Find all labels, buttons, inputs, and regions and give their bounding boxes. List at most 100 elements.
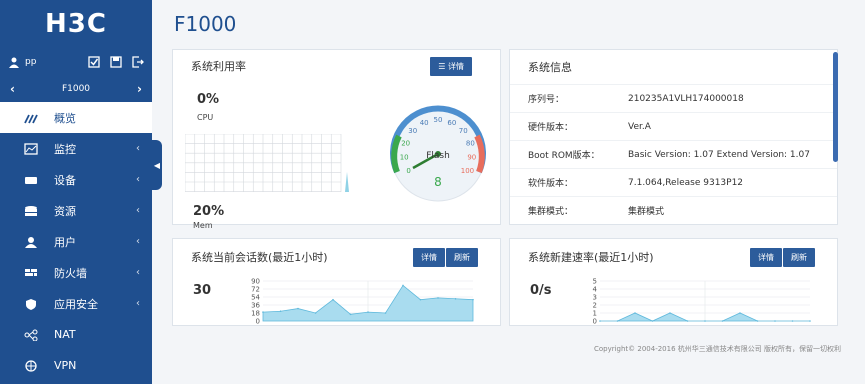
sessions-header: 系统当前会话数(最近1小时) 详情 刷新 (173, 239, 500, 275)
panel-title: 系统新建速率(最近1小时) (528, 251, 654, 264)
gauge-tick-label: 10 (400, 154, 409, 162)
info-value: Ver.A (628, 121, 651, 132)
y-tick-label: 4 (593, 286, 598, 294)
flash-value: 8 (434, 175, 442, 189)
data-point (809, 320, 811, 322)
data-point (756, 320, 759, 322)
y-tick-label: 36 (251, 302, 260, 310)
new-rate-chart: 543210 (593, 278, 811, 325)
logout-icon[interactable] (132, 56, 144, 68)
sidebar-item-6[interactable]: 应用安全 ‹ (0, 288, 152, 319)
chevron-left-icon: ‹ (136, 298, 140, 309)
sidebar-item-label: 用户 (54, 235, 76, 249)
info-row: 软件版本： 7.1.064,Release 9313P12 (510, 168, 837, 196)
mem-spike (345, 172, 349, 192)
sidebar-item-8[interactable]: VPN (0, 350, 152, 381)
y-tick-label: 90 (251, 278, 260, 286)
gauge-tick-label: 60 (447, 119, 456, 127)
data-point (367, 311, 369, 313)
new-rate-details-button[interactable]: 详情 (750, 247, 782, 267)
sessions-panel: 系统当前会话数(最近1小时) 详情 刷新 30 90 72 54 36 18 0 (172, 238, 501, 326)
info-row: Boot ROM版本： Basic Version: 1.07 Extend Ve… (510, 140, 837, 168)
new-rate-value: 0/s (530, 283, 552, 298)
sidebar-item-5[interactable]: 防火墙 ‹ (0, 257, 152, 288)
data-point (721, 320, 724, 322)
gauge-tick-label: 70 (459, 127, 468, 135)
data-point (437, 297, 439, 299)
shield-icon (26, 298, 36, 310)
sessions-details-button[interactable]: 详情 (413, 247, 445, 267)
chevron-left-icon[interactable]: ‹ (10, 82, 15, 96)
dashboard-icon (24, 114, 38, 123)
system-info-table: 序列号： 210235A1VLH174000018 硬件版本： Ver.A Boot R… (510, 84, 837, 224)
device-switcher: ‹ F1000 › (0, 76, 152, 102)
chevron-left-icon: ‹ (136, 267, 140, 278)
user-icon (25, 236, 37, 248)
system-info-panel: 系统信息 序列号： 210235A1VLH174000018 硬件版本： Ver.A B… (509, 49, 838, 225)
info-key: 软件版本： (528, 179, 574, 189)
gauge-tick-label: 0 (406, 167, 410, 175)
new-rate-panel: 系统新建速率(最近1小时) 详情 刷新 0/s 543210 (509, 238, 838, 326)
data-point (634, 312, 636, 314)
cpu-value: 0% (197, 92, 220, 107)
caret-left-icon: ◀ (153, 160, 161, 170)
data-point (454, 297, 457, 300)
gauge-tick-label: 90 (467, 154, 476, 162)
new-rate-header: 系统新建速率(最近1小时) 详情 刷新 (510, 239, 837, 275)
sidebar-collapse-toggle[interactable]: ◀ (152, 140, 162, 190)
user-menu[interactable]: pp (8, 56, 88, 68)
info-value: 集群模式 (628, 207, 665, 217)
page-title: F1000 (174, 12, 237, 36)
sidebar-item-label: 设备 (54, 173, 76, 187)
info-key: 序列号： (528, 95, 565, 105)
cpu-readout: 0% CPU (197, 92, 219, 122)
gauge-tick-label: 100 (461, 167, 474, 175)
sidebar-item-label: VPN (54, 359, 77, 372)
chevron-left-icon: ‹ (136, 174, 140, 185)
cpu-label: CPU (197, 113, 214, 122)
info-row: 硬件版本： Ver.A (510, 112, 837, 140)
sidebar-item-2[interactable]: 设备 ‹ (0, 164, 152, 195)
sidebar-item-label: 防火墙 (54, 266, 87, 280)
utilization-details-button[interactable]: ☰ 详情 (430, 56, 472, 76)
info-row: 序列号： 210235A1VLH174000018 (510, 84, 837, 112)
data-point (651, 320, 654, 322)
check-icon[interactable] (88, 56, 100, 68)
logo: H3C (0, 0, 152, 48)
data-point (279, 310, 282, 313)
data-point (472, 298, 474, 301)
monitor-icon (24, 142, 38, 155)
sidebar-item-7[interactable]: NAT (0, 319, 152, 350)
scrollbar[interactable] (833, 52, 838, 162)
y-tick-label: 0 (256, 318, 260, 326)
gauge-tick-label: 40 (420, 119, 429, 127)
y-tick-label: 54 (251, 294, 260, 302)
gauge-tick-label: 30 (408, 127, 417, 135)
data-point (419, 298, 422, 301)
chevron-left-icon: ‹ (136, 205, 140, 216)
save-icon[interactable] (110, 56, 122, 68)
y-tick-label: 18 (251, 310, 260, 318)
sessions-refresh-button[interactable]: 刷新 (446, 247, 478, 267)
gauge-tick-label: 80 (466, 139, 475, 147)
utilization-panel: 系统利用率 ☰ 详情 0% CPU 20% Mem 0 10 20 30 40 50 60 7… (172, 49, 501, 230)
sidebar-item-label: 监控 (54, 142, 76, 156)
sidebar-item-4[interactable]: 用户 ‹ (0, 226, 152, 257)
list-icon: ☰ (438, 61, 448, 71)
sidebar-item-3[interactable]: 资源 ‹ (0, 195, 152, 226)
data-point (314, 312, 317, 314)
data-point (686, 320, 689, 322)
y-tick-label: 5 (593, 278, 597, 286)
sidebar-item-1[interactable]: 监控 ‹ (0, 133, 152, 164)
mem-value: 20% (193, 204, 225, 219)
sidebar-item-0[interactable]: 概览 (0, 102, 152, 133)
panel-title: 系统当前会话数(最近1小时) (191, 251, 328, 264)
chevron-right-icon[interactable]: › (137, 82, 142, 96)
data-point (774, 320, 776, 322)
data-point (669, 312, 671, 314)
device-icon (25, 176, 37, 184)
new-rate-refresh-button[interactable]: 刷新 (783, 247, 815, 267)
chevron-left-icon: ‹ (136, 143, 140, 154)
nav-menu: 概览 监控 ‹ 设备 ‹ 资源 ‹ 用户 ‹ 防火墙 ‹ 应用安全 ‹ NAT VPN (0, 102, 152, 381)
data-point (739, 312, 741, 314)
